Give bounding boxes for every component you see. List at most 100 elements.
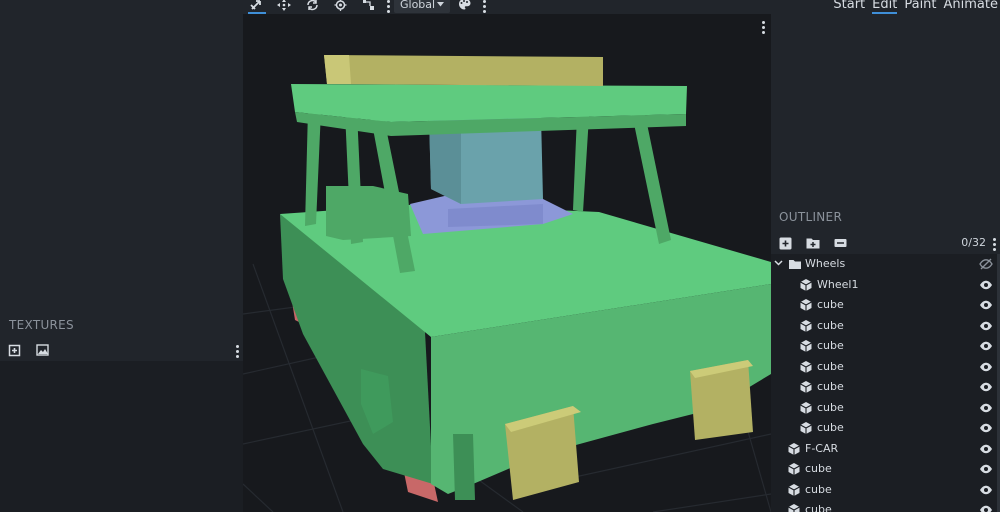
outliner-menu-icon[interactable]	[993, 238, 997, 251]
collapse-icon	[834, 239, 846, 247]
add-group-button[interactable]	[805, 236, 820, 250]
left-panel: TEXTURES	[0, 0, 243, 512]
outliner-row-cube[interactable]: cube	[771, 480, 1000, 500]
outliner-row-label: cube	[817, 318, 844, 332]
pillar-rear-right	[573, 116, 589, 212]
eye-icon[interactable]	[979, 340, 993, 352]
viewport-toolbar: Global	[243, 0, 771, 14]
outliner-row-cube[interactable]: cube	[771, 295, 1000, 315]
mode-tab-start[interactable]: Start	[833, 0, 865, 14]
textures-list	[0, 361, 243, 512]
outliner-row-label: Wheels	[805, 257, 846, 270]
cube-icon	[800, 278, 812, 291]
move-tool-button[interactable]	[248, 0, 266, 14]
collapse-all-button[interactable]	[833, 236, 847, 250]
outliner-row-label: cube	[817, 298, 844, 311]
outliner-row-label: cube	[817, 339, 844, 352]
outliner-list: Wheels Wheel1 cube cube cube cube cube c…	[771, 254, 1000, 512]
textures-toolbar	[0, 340, 243, 360]
crosshair-icon	[334, 0, 346, 11]
rotate-icon	[306, 0, 318, 10]
outliner-row-wheel1[interactable]: Wheel1	[771, 275, 1000, 295]
add-cube-button[interactable]	[778, 236, 792, 250]
pivot-tool-button[interactable]	[332, 0, 348, 11]
transform-space-select[interactable]: Global	[394, 0, 450, 13]
palette-icon	[458, 0, 470, 9]
eye-icon[interactable]	[979, 443, 993, 455]
toolbar-more-icon[interactable]	[483, 0, 487, 13]
add-texture-button[interactable]	[7, 343, 21, 357]
bumper-post	[453, 434, 475, 500]
paint-palette-button[interactable]	[457, 0, 471, 10]
eye-icon[interactable]	[979, 299, 993, 311]
eye-icon[interactable]	[979, 279, 993, 291]
eye-off-icon[interactable]	[979, 258, 993, 270]
outliner-row-f-car[interactable]: F-CAR	[771, 439, 1000, 459]
cube-icon	[788, 442, 800, 455]
eye-icon[interactable]	[979, 484, 993, 496]
mode-tab-animate[interactable]: Animate	[944, 0, 998, 14]
vertex-snap-button[interactable]	[360, 0, 376, 11]
3d-viewport[interactable]	[243, 14, 771, 512]
cube-icon	[800, 299, 812, 311]
cube-icon	[800, 319, 812, 332]
eye-icon[interactable]	[979, 504, 993, 512]
outliner-row-cube[interactable]: cube	[771, 336, 1000, 356]
caret-down-icon	[437, 2, 444, 7]
cube-icon	[788, 483, 800, 496]
cube-icon	[800, 422, 812, 434]
cube-icon	[788, 463, 800, 475]
move-tool-icon	[250, 0, 261, 10]
transform-space-value: Global	[400, 0, 436, 11]
add-box-icon	[779, 237, 791, 249]
viewport-panel: Global	[243, 0, 771, 512]
outliner-row-cube[interactable]: cube	[771, 418, 1000, 438]
image-add-icon	[8, 344, 20, 356]
outliner-row-cube[interactable]: cube	[771, 316, 1000, 336]
mode-tab-edit[interactable]: Edit	[872, 0, 898, 14]
outliner-row-label: cube	[817, 380, 844, 393]
outliner-row-label: cube	[805, 482, 832, 496]
tool-options-menu-icon[interactable]	[387, 0, 391, 13]
textures-menu-icon[interactable]	[236, 345, 240, 358]
rotate-tool-button[interactable]	[304, 0, 320, 11]
eye-icon[interactable]	[979, 422, 993, 434]
outliner-title: OUTLINER	[779, 210, 843, 224]
outliner-row-cube[interactable]: cube	[771, 398, 1000, 418]
folder-add-icon	[806, 238, 819, 249]
pillar-rear-left	[305, 110, 321, 226]
chevron-down-icon[interactable]	[774, 260, 783, 266]
cube-icon	[788, 504, 800, 512]
resize-tool-button[interactable]	[276, 0, 292, 11]
eye-icon[interactable]	[979, 320, 993, 332]
folder-icon	[789, 260, 801, 269]
eye-icon[interactable]	[979, 361, 993, 373]
viewport-menu-icon[interactable]	[762, 21, 766, 34]
left-top-area	[0, 0, 243, 317]
arrows-all-icon	[277, 0, 291, 11]
outliner-row-cube[interactable]: cube	[771, 459, 1000, 479]
outliner-row-label: cube	[817, 421, 844, 434]
mode-tab-paint[interactable]: Paint	[904, 0, 936, 14]
vertex-snap-icon	[362, 0, 374, 10]
outliner-row-wheels[interactable]: Wheels	[771, 254, 1000, 274]
outliner-row-label: cube	[817, 359, 844, 373]
outliner-row-cube[interactable]: cube	[771, 500, 1000, 512]
mode-tabs: Start Edit Paint Animate	[833, 0, 998, 14]
textures-title: TEXTURES	[9, 318, 74, 332]
image-icon	[35, 344, 49, 356]
outliner-row-cube[interactable]: cube	[771, 377, 1000, 397]
outliner-row-label: cube	[805, 503, 832, 512]
import-texture-button[interactable]	[35, 343, 49, 357]
outliner-row-label: cube	[805, 462, 832, 475]
outliner-selection-count: 0/32	[961, 236, 986, 249]
car-model-render	[243, 55, 771, 512]
eye-icon[interactable]	[979, 402, 993, 414]
outliner-row-cube[interactable]: cube	[771, 357, 1000, 377]
roof-rack-side	[324, 55, 351, 84]
cube-icon	[800, 381, 812, 393]
eye-icon[interactable]	[979, 463, 993, 475]
right-panel: Start Edit Paint Animate OUTLINER 0/32 W…	[771, 0, 1000, 512]
eye-icon[interactable]	[979, 381, 993, 393]
outliner-row-label: F-CAR	[805, 441, 839, 455]
